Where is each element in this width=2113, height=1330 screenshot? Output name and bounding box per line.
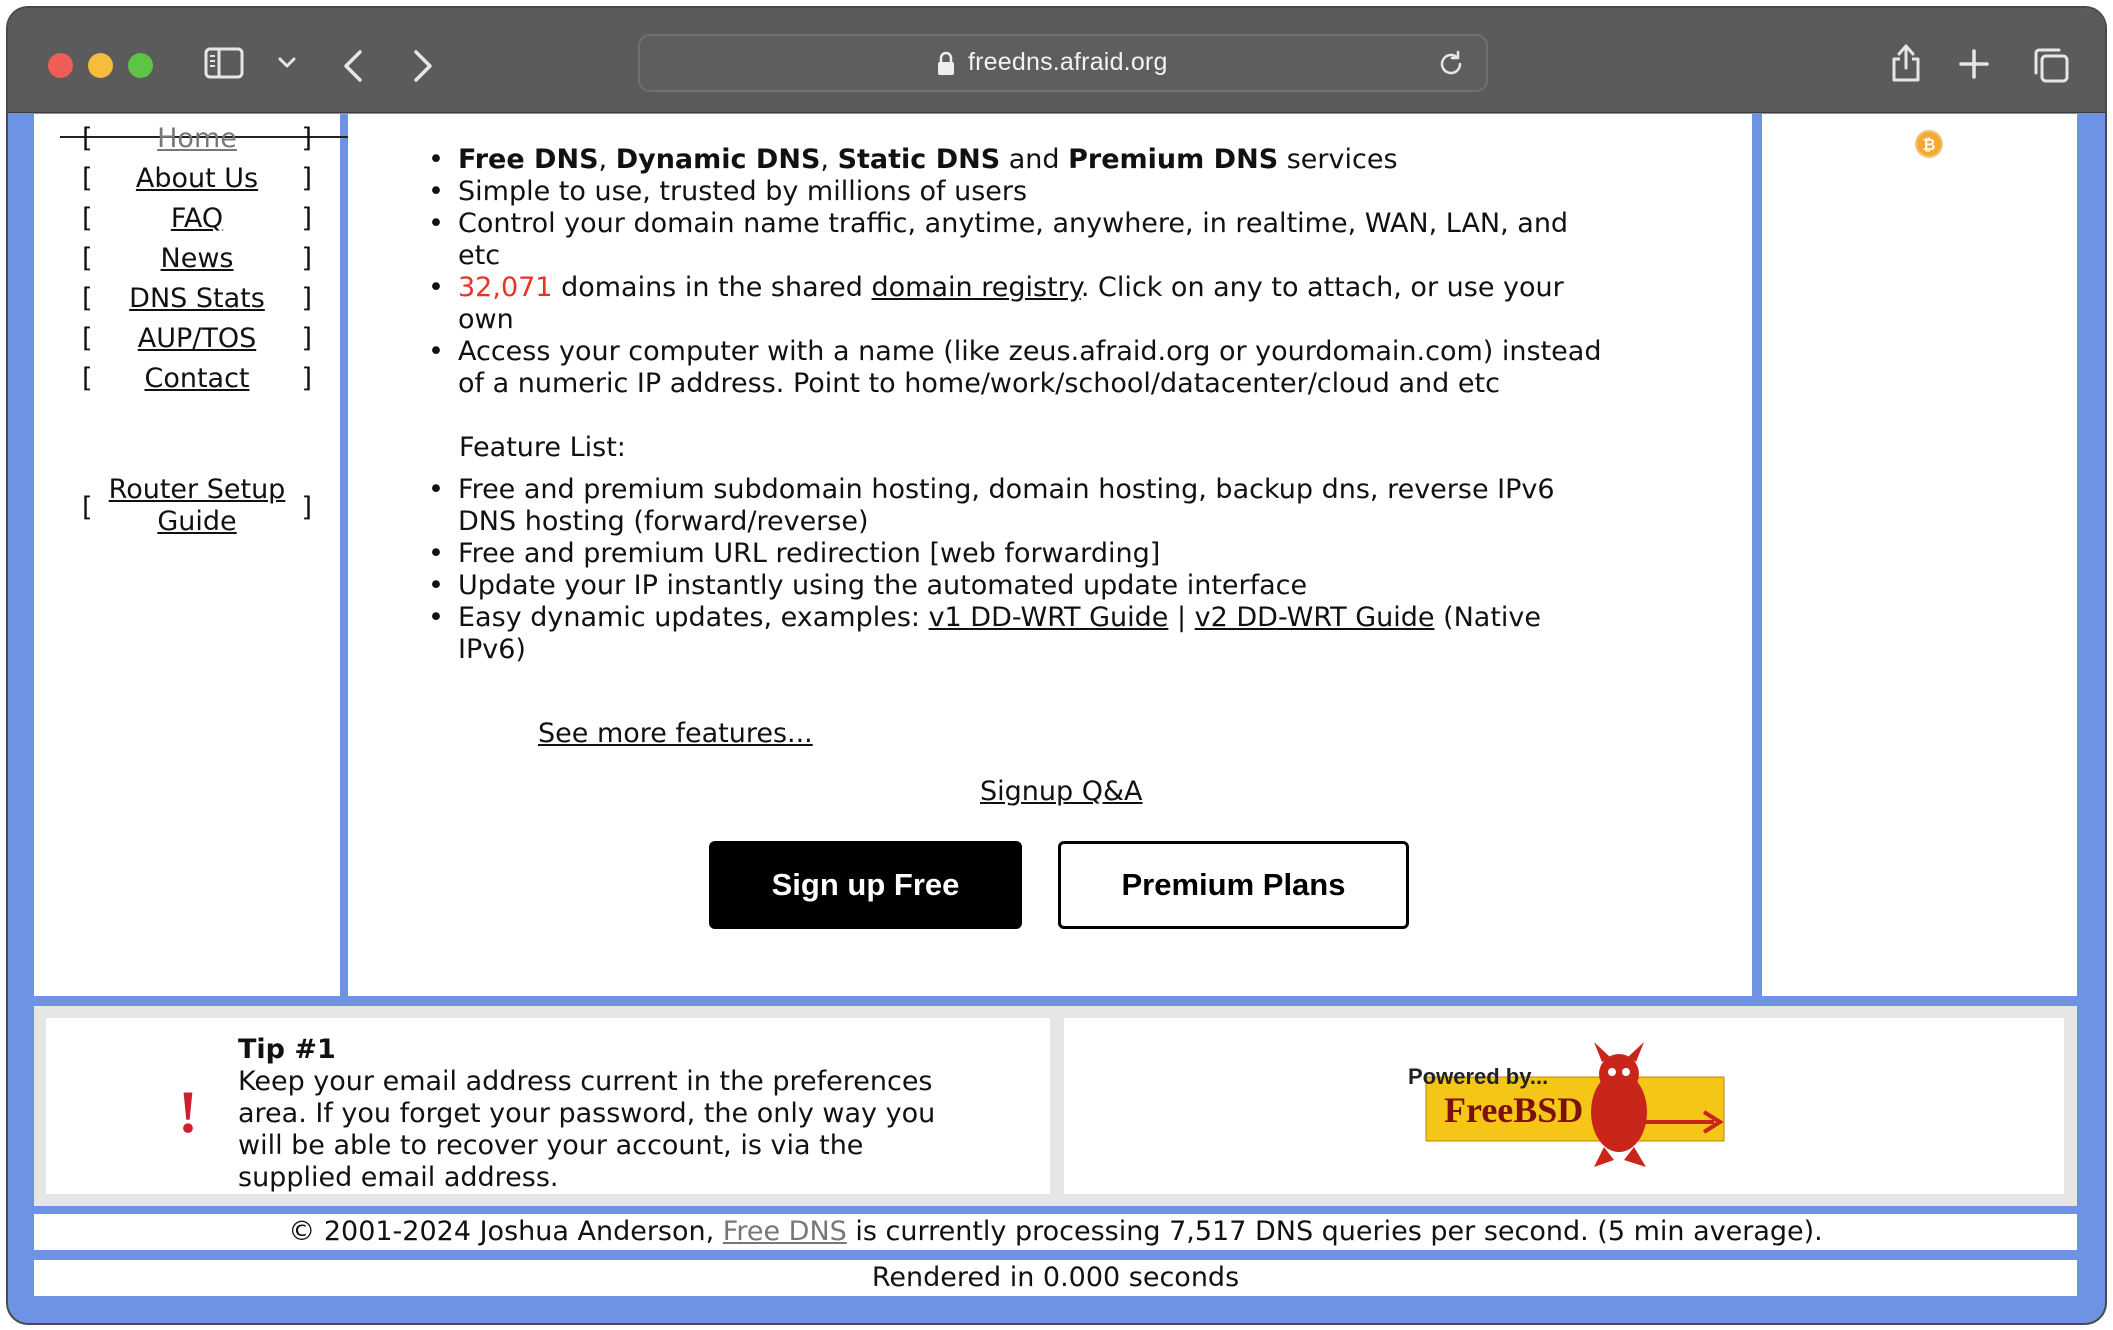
list-item: Update your IP instantly using the autom… <box>428 570 1608 602</box>
lock-icon <box>938 51 954 75</box>
tip-title: Tip #1 <box>238 1034 336 1065</box>
close-window-button[interactable] <box>48 53 73 78</box>
nav-bracket-close: ] <box>301 163 312 194</box>
nav-bracket-close: ] <box>301 283 312 314</box>
nav-link-home[interactable]: Home <box>110 123 284 154</box>
nav-item-news[interactable]: [ News] <box>82 240 312 278</box>
powered-by-card: Powered by... FreeBSD <box>1064 1018 2064 1194</box>
nav-bracket-close: ] <box>301 203 312 234</box>
bitcoin-icon[interactable]: ₿ <box>1914 129 1944 159</box>
browser-toolbar: freedns.afraid.org <box>8 8 2105 113</box>
services-list: Free DNS, Dynamic DNS, Static DNS and Pr… <box>428 144 1608 400</box>
tab-overview-icon[interactable] <box>2032 46 2070 84</box>
list-item: Simple to use, trusted by millions of us… <box>428 176 1608 208</box>
nav-link-contact[interactable]: Contact <box>110 363 284 394</box>
queries-text: is currently processing 7,517 DNS querie… <box>846 1216 1823 1247</box>
static-dns-text: Static DNS <box>837 144 1001 175</box>
main-content: Free DNS, Dynamic DNS, Static DNS and Pr… <box>348 114 1752 996</box>
nav-item-about-us[interactable]: [ About Us] <box>82 160 312 198</box>
nav-link-about-us[interactable]: About Us <box>110 163 284 194</box>
forward-arrow-icon[interactable] <box>408 46 438 86</box>
nav-bracket-open: [ <box>82 492 93 523</box>
exclamation-icon: ! <box>178 1079 198 1145</box>
url-text: freedns.afraid.org <box>968 48 1168 76</box>
nav-link-dns-stats[interactable]: DNS Stats <box>110 283 284 314</box>
copyright-bar: © 2001-2024 Joshua Anderson, Free DNS is… <box>34 1214 2077 1250</box>
router-setup-guide-link[interactable]: Router Setup Guide <box>102 474 292 538</box>
zoom-window-button[interactable] <box>128 53 153 78</box>
nav-bracket-close: ] <box>301 123 312 154</box>
nav-bracket-close: ] <box>301 492 312 523</box>
free-dns-link[interactable]: Free DNS <box>723 1216 847 1247</box>
freebsd-text: FreeBSD <box>1444 1090 1583 1130</box>
nav-link-aup-tos[interactable]: AUP/TOS <box>110 323 284 354</box>
copyright-text: © 2001-2024 Joshua Anderson, <box>288 1216 723 1247</box>
tip-text: Keep your email address current in the p… <box>238 1066 936 1193</box>
premium-dns-text: Premium DNS <box>1068 144 1279 175</box>
list-item: 32,071 domains in the shared domain regi… <box>428 272 1608 336</box>
nav-item-dns-stats[interactable]: [ DNS Stats] <box>82 280 312 318</box>
nav-bracket-open: [ <box>82 163 93 194</box>
list-item: Access your computer with a name (like z… <box>428 336 1608 400</box>
browser-window: freedns.afraid.org [ Home] [ About Us] [ FAQ]… <box>8 8 2105 1323</box>
svg-text:₿: ₿ <box>1922 135 1935 154</box>
router-setup-line2[interactable]: Guide <box>157 506 236 537</box>
nav-item-contact[interactable]: [ Contact] <box>82 360 312 398</box>
list-item: Free and premium subdomain hosting, doma… <box>428 474 1608 538</box>
powered-by-text: Powered by... <box>1408 1064 1548 1089</box>
free-dns-text: Free DNS <box>458 144 599 175</box>
feature-list-heading: Feature List: <box>459 432 626 463</box>
nav-item-aup-tos[interactable]: [ AUP/TOS] <box>82 320 312 358</box>
chevron-down-icon[interactable] <box>274 48 300 78</box>
nav-bracket-close: ] <box>301 243 312 274</box>
list-item: Easy dynamic updates, examples: v1 DD-WR… <box>428 602 1608 666</box>
nav-bracket-open: [ <box>82 363 93 394</box>
nav-bracket-open: [ <box>82 243 93 274</box>
nav-router-setup[interactable]: [ Router Setup Guide ] <box>82 474 312 540</box>
minimize-window-button[interactable] <box>88 53 113 78</box>
nav-bracket-close: ] <box>301 323 312 354</box>
signup-qa-link[interactable]: Signup Q&A <box>980 776 1143 808</box>
new-tab-icon[interactable] <box>1958 48 1990 80</box>
v2-ddwrt-guide-link[interactable]: v2 DD-WRT Guide <box>1195 602 1435 633</box>
domain-count: 32,071 <box>458 272 553 303</box>
nav-bracket-open: [ <box>82 323 93 354</box>
sign-up-free-button[interactable]: Sign up Free <box>709 841 1022 929</box>
tip-section: ! Tip #1 Keep your email address current… <box>34 1006 2077 1206</box>
v1-ddwrt-guide-link[interactable]: v1 DD-WRT Guide <box>929 602 1169 633</box>
right-panel <box>1762 114 2077 996</box>
nav-bracket-open: [ <box>82 203 93 234</box>
list-item: Free DNS, Dynamic DNS, Static DNS and Pr… <box>428 144 1608 176</box>
back-arrow-icon[interactable] <box>338 46 368 86</box>
left-navigation-panel: [ Home] [ About Us] [ FAQ] [ News] [ DNS Stats] [ A… <box>34 114 360 996</box>
list-item: Free and premium URL redirection [web fo… <box>428 538 1608 570</box>
powered-by-freebsd-logo[interactable]: Powered by... FreeBSD <box>1404 1042 1734 1172</box>
address-bar[interactable]: freedns.afraid.org <box>638 34 1488 92</box>
render-time-bar: Rendered in 0.000 seconds <box>34 1260 2077 1296</box>
list-item: Control your domain name traffic, anytim… <box>428 208 1608 272</box>
nav-item-home[interactable]: [ Home] <box>82 120 312 158</box>
see-more-features-link[interactable]: See more features... <box>538 718 813 750</box>
nav-link-faq[interactable]: FAQ <box>110 203 284 234</box>
share-icon[interactable] <box>1888 40 1924 84</box>
premium-plans-button[interactable]: Premium Plans <box>1058 841 1409 929</box>
feature-list: Free and premium subdomain hosting, doma… <box>428 474 1608 666</box>
nav-item-faq[interactable]: [ FAQ] <box>82 200 312 238</box>
reload-icon[interactable] <box>1436 49 1466 79</box>
dynamic-dns-text: Dynamic DNS <box>615 144 821 175</box>
tip-card: ! Tip #1 Keep your email address current… <box>46 1018 1050 1194</box>
nav-bracket-open: [ <box>82 123 93 154</box>
sidebar-icon[interactable] <box>204 46 244 80</box>
nav-bracket-close: ] <box>301 363 312 394</box>
domain-registry-link[interactable]: domain registry <box>872 272 1081 303</box>
nav-bracket-open: [ <box>82 283 93 314</box>
router-setup-line1[interactable]: Router Setup <box>109 474 286 505</box>
nav-link-news[interactable]: News <box>110 243 284 274</box>
